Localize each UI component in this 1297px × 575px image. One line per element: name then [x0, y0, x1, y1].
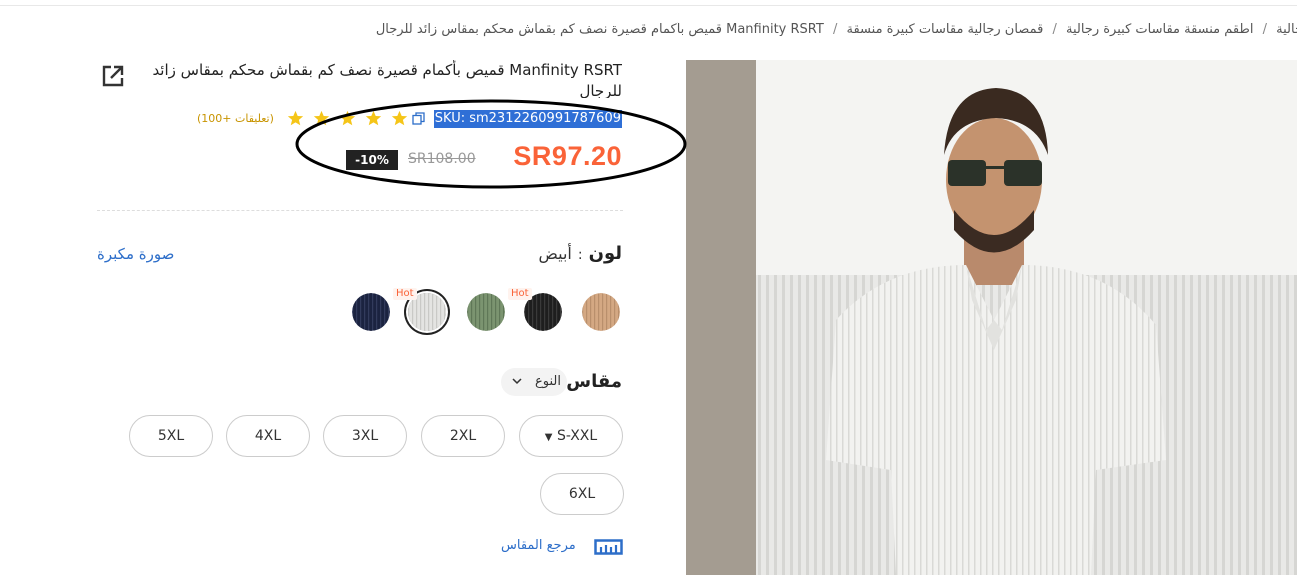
enlarge-image-link[interactable]: صورة مكبرة — [97, 245, 174, 263]
chevron-down-icon — [512, 378, 522, 385]
breadcrumb-item-shirts[interactable]: قمصان رجالية مقاسات كبيرة منسقة — [847, 22, 1044, 37]
size-option-label: S-XXL — [556, 428, 598, 444]
size-option-6xl[interactable]: 6XL — [540, 473, 624, 515]
sale-price: SR97.20 — [513, 141, 622, 171]
size-option-caret: ▼ — [544, 432, 553, 443]
breadcrumb-item-current: Manfinity RSRT قميص بأكمام قصيرة نصف كم … — [375, 22, 824, 37]
breadcrumb-separator: / — [1052, 22, 1057, 37]
star-icon — [287, 110, 304, 126]
star-icon — [313, 110, 330, 126]
size-option-5xl[interactable]: 5XL — [129, 415, 213, 457]
size-type-dropdown[interactable]: النوع — [501, 368, 567, 396]
color-swatch-navy[interactable] — [352, 293, 390, 331]
star-icon — [366, 110, 382, 126]
breadcrumb-separator: / — [1262, 22, 1267, 37]
color-swatch-tan[interactable] — [582, 293, 620, 331]
sku-row: SKU: sm2312260991787609 — [412, 108, 622, 130]
size-guide-link[interactable]: مرجع المقاس — [501, 538, 576, 553]
breadcrumb-separator: / — [832, 22, 838, 37]
original-price: SR108.00 — [408, 151, 476, 167]
reviews-count[interactable]: (100+ تعليقات) — [197, 112, 274, 125]
breadcrumb-item-sets[interactable]: اطقم منسقة مقاسات كبيرة رجالية — [1066, 22, 1253, 37]
share-icon[interactable] — [100, 63, 126, 89]
product-image[interactable] — [686, 60, 1297, 575]
color-separator: : — [577, 247, 583, 263]
color-selected-value: أبيض — [538, 244, 572, 263]
breadcrumb-item-mens[interactable]: جالية — [1276, 22, 1297, 37]
copy-icon[interactable] — [412, 112, 425, 125]
discount-badge: -10% — [346, 150, 398, 170]
breadcrumb: جالية / اطقم منسقة مقاسات كبيرة رجالية /… — [0, 22, 1297, 42]
color-swatch-green[interactable] — [467, 293, 505, 331]
size-option-2xl[interactable]: 2XL — [421, 415, 505, 457]
rating[interactable]: (100+ تعليقات) — [197, 108, 408, 128]
product-title: Manfinity RSRT قميص بأكمام قصيرة نصف كم … — [152, 61, 622, 98]
color-label: لون: أبيض — [539, 243, 622, 264]
star-icon — [392, 110, 408, 126]
color-label-text: لون — [588, 243, 622, 264]
size-type-label: النوع — [535, 374, 561, 389]
size-option-4xl[interactable]: 4XL — [226, 415, 310, 457]
section-divider — [97, 210, 623, 211]
size-label: مقاس — [566, 371, 622, 392]
top-border — [0, 0, 1297, 6]
star-icon — [340, 110, 356, 126]
size-option-3xl[interactable]: 3XL — [323, 415, 407, 457]
hot-badge: Hot — [393, 288, 417, 300]
hot-badge: Hot — [508, 288, 532, 300]
ruler-icon[interactable] — [594, 539, 623, 555]
size-option-s-xxl[interactable]: ▼ S-XXL — [519, 415, 623, 457]
sku-text[interactable]: SKU: sm2312260991787609 — [433, 109, 622, 128]
